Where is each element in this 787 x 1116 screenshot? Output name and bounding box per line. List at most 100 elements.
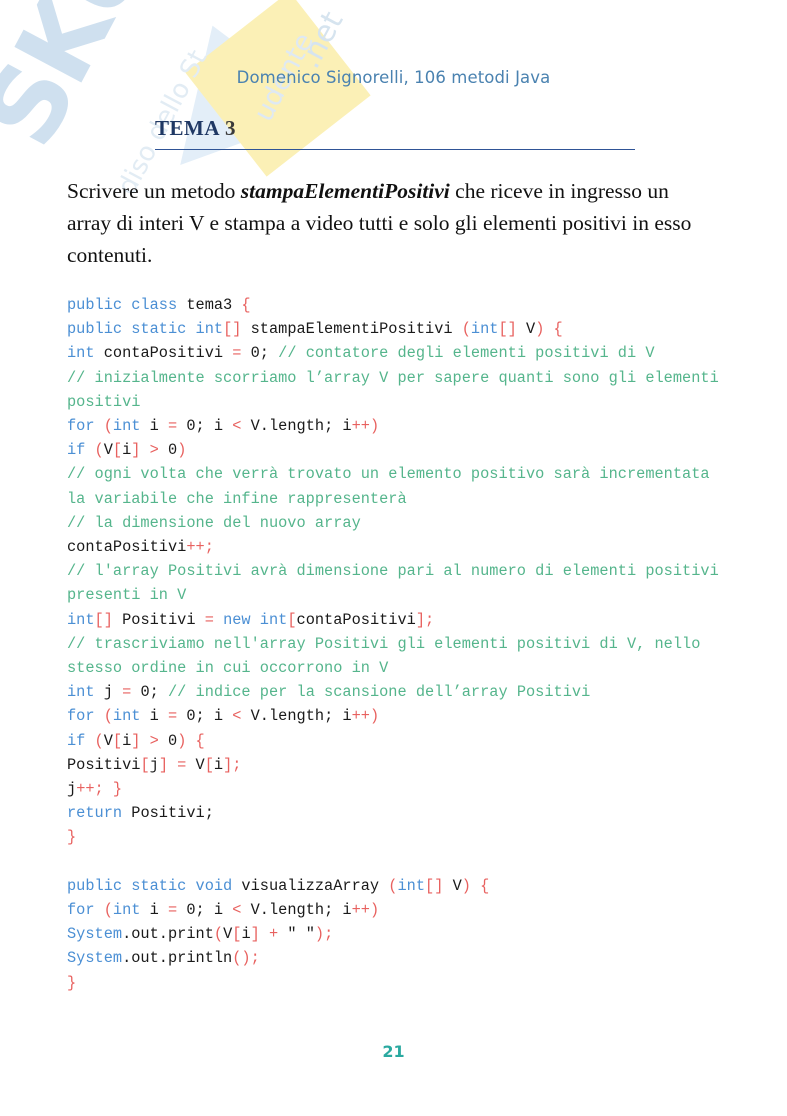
code-token-op: = xyxy=(168,901,178,920)
code-line: Positivi[j] = V[i]; xyxy=(67,753,727,777)
code-token-op: [ xyxy=(140,755,150,774)
code-token-op: ++) xyxy=(351,707,380,726)
code-token-op: [ xyxy=(112,441,123,460)
code-token-op: ] > xyxy=(131,731,169,750)
code-token-kw: public class xyxy=(67,296,187,314)
code-token-pl: 0; xyxy=(131,683,168,702)
code-token-pl: V xyxy=(223,925,233,944)
code-token-op: ]; xyxy=(415,610,435,629)
code-token-cm: // ogni volta che verrà trovato un eleme… xyxy=(67,465,719,508)
code-token-pl: contaPositivi xyxy=(296,610,416,629)
code-token-kw: int xyxy=(67,683,95,702)
code-line: System.out.println(); xyxy=(67,946,727,970)
code-token-pl: i xyxy=(122,731,132,750)
code-token-pl: i xyxy=(140,707,168,726)
code-line: public class tema3 { xyxy=(67,293,727,317)
code-token-cm: // la dimensione del nuovo array xyxy=(67,513,361,532)
code-token-op: ( xyxy=(94,441,104,460)
code-token-op: ++) xyxy=(351,901,380,920)
code-line: contaPositivi++; xyxy=(67,535,727,559)
code-token-op: = xyxy=(122,683,132,702)
code-token-kw: public static int xyxy=(67,320,224,339)
code-token-pl: V xyxy=(103,731,113,750)
code-token-kw: int xyxy=(67,344,95,363)
code-line: j++; } xyxy=(67,777,727,801)
code-token-kw: int xyxy=(112,417,141,436)
code-token-cm: // l'array Positivi avrà dimensione pari… xyxy=(67,562,728,605)
exercise-prompt: Scrivere un metodo stampaElementiPositiv… xyxy=(67,175,704,271)
code-token-kw: int xyxy=(112,901,141,920)
code-token-kw: public static void xyxy=(67,876,242,895)
code-token-op: [] xyxy=(498,320,517,339)
code-token-kw: int xyxy=(397,876,426,895)
code-token-op: ] + xyxy=(250,925,288,944)
code-token-op: ] > xyxy=(131,441,169,460)
code-token-pl: 0 xyxy=(168,441,178,460)
code-token-op: ( xyxy=(213,925,224,944)
code-token-pl: V xyxy=(103,441,113,460)
code-token-pl: contaPositivi xyxy=(94,344,233,363)
code-token-pl: i xyxy=(140,417,168,436)
code-token-pl: V.length; i xyxy=(241,707,352,726)
code-token-pl: 0 xyxy=(168,731,178,750)
code-token-pl: Positivi xyxy=(112,610,205,629)
code-token-pl: j xyxy=(149,755,159,774)
code-token-op: [ xyxy=(204,755,214,774)
code-token-pl: i xyxy=(122,441,132,460)
code-token-op: } xyxy=(67,973,77,992)
code-token-pl: " " xyxy=(287,925,315,944)
page-running-header: Domenico Signorelli, 106 metodi Java xyxy=(236,68,551,87)
code-token-op: ( xyxy=(461,320,471,339)
code-line: for (int i = 0; i < V.length; i++) xyxy=(67,414,727,438)
code-token-kw: for xyxy=(67,707,104,726)
code-line: for (int i = 0; i < V.length; i++) xyxy=(67,898,727,922)
code-token-op: ++; } xyxy=(76,780,123,799)
code-token-op: ( xyxy=(103,901,113,920)
code-token-pl: 0; xyxy=(241,344,279,363)
code-token-pl: stampaElementiPositivi xyxy=(241,320,462,339)
code-token-kw: int xyxy=(112,707,141,726)
code-token-cm: // contatore degli elementi positivi di … xyxy=(278,344,655,363)
document-page: Domenico Signorelli, 106 metodi Java TEM… xyxy=(0,0,787,1116)
code-token-op: ]; xyxy=(223,755,242,774)
code-token-op: ] = xyxy=(158,755,196,774)
code-line: // ogni volta che verrà trovato un eleme… xyxy=(67,462,727,510)
java-code-listing: public class tema3 {public static int[] … xyxy=(67,293,727,995)
code-line: int contaPositivi = 0; // contatore degl… xyxy=(67,341,727,365)
code-token-kw: if xyxy=(67,731,95,750)
code-line: } xyxy=(67,825,727,849)
code-token-op: ( xyxy=(94,731,104,750)
code-line: if (V[i] > 0) xyxy=(67,438,727,462)
code-token-cm: // trascriviamo nell'array Positivi gli … xyxy=(67,634,710,678)
code-token-cm: // inizialmente scorriamo l’array V per … xyxy=(67,368,728,411)
code-token-op: [ xyxy=(287,610,297,629)
code-token-pl: i xyxy=(241,925,251,944)
page-number: 21 xyxy=(382,1042,405,1061)
code-token-op: } xyxy=(67,828,77,847)
code-token-kw: return xyxy=(67,804,132,823)
code-token-kw: System xyxy=(67,949,123,968)
code-token-pl: .out.print xyxy=(122,925,214,944)
code-token-op: [] xyxy=(223,320,242,339)
code-token-op: = xyxy=(204,610,214,629)
code-line: // l'array Positivi avrà dimensione pari… xyxy=(67,559,727,607)
code-token-op: ( xyxy=(103,707,113,726)
code-token-kw: for xyxy=(67,901,104,920)
code-token-kw: if xyxy=(67,441,95,460)
code-token-op: ++) xyxy=(351,417,380,436)
code-line: for (int i = 0; i < V.length; i++) xyxy=(67,704,727,728)
code-token-kw: new int xyxy=(213,610,288,629)
code-token-pl: Positivi; xyxy=(131,804,214,823)
page-title: TEMA 3 xyxy=(155,116,236,141)
code-line: public static int[] stampaElementiPositi… xyxy=(67,317,727,341)
code-token-pl: V xyxy=(516,320,536,339)
code-token-op: ) { xyxy=(177,731,205,750)
code-token-op: (); xyxy=(232,949,260,968)
code-token-op: = xyxy=(168,707,178,726)
code-line: // la dimensione del nuovo array xyxy=(67,511,727,535)
code-token-pl: i xyxy=(140,901,168,920)
code-token-op: ) { xyxy=(535,320,563,339)
prompt-text-before: Scrivere un metodo xyxy=(67,179,241,203)
code-line: if (V[i] > 0) { xyxy=(67,729,727,753)
code-token-pl: tema3 xyxy=(186,296,242,314)
